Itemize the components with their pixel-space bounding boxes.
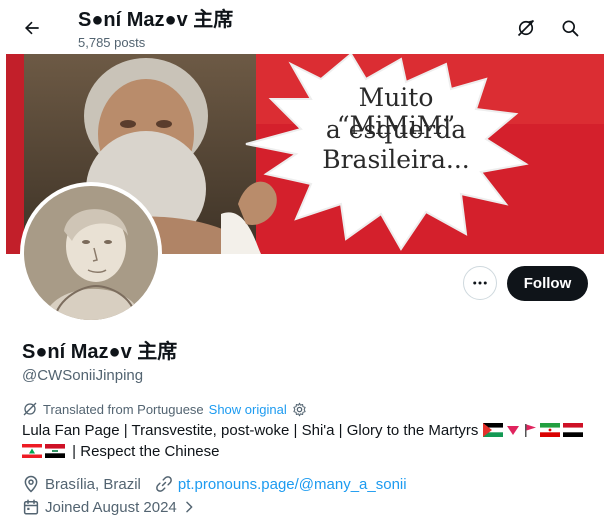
joined-row[interactable]: Joined August 2024 bbox=[22, 497, 197, 517]
display-name: S●ní Maz●v 主席 bbox=[22, 341, 178, 363]
banner-caption-line2: a esquerda bbox=[325, 115, 467, 144]
website-link[interactable]: pt.pronouns.page/@many_a_sonii bbox=[178, 476, 407, 493]
bio-line-1: Lula Fan Page | Transvestite, post-woke … bbox=[22, 422, 479, 439]
red-flag-icon bbox=[524, 424, 536, 437]
red-triangle-icon bbox=[506, 426, 519, 435]
follow-button[interactable]: Follow bbox=[507, 266, 588, 301]
gear-icon[interactable] bbox=[292, 402, 307, 417]
more-icon bbox=[473, 281, 487, 285]
bio-line-2: | Respect the Chinese bbox=[72, 443, 220, 460]
translate-icon bbox=[517, 19, 535, 37]
more-options-button[interactable] bbox=[463, 266, 497, 300]
avatar-image bbox=[24, 186, 158, 320]
joined-date: Joined August 2024 bbox=[45, 498, 177, 516]
search-button[interactable] bbox=[552, 10, 588, 46]
top-bar: S●ní Maz●v 主席 5,785 posts bbox=[0, 0, 610, 54]
show-original-link[interactable]: Show original bbox=[209, 402, 287, 417]
header-title: S●ní Maz●v 主席 bbox=[78, 9, 234, 31]
header-title-block: S●ní Maz●v 主席 5,785 posts bbox=[78, 7, 233, 52]
user-handle: @CWSoniiJinping bbox=[22, 367, 144, 384]
translate-icon bbox=[23, 402, 37, 416]
link-icon bbox=[155, 476, 172, 492]
location: Brasília, Brazil bbox=[45, 475, 141, 493]
yemen-flag-icon bbox=[562, 423, 583, 437]
iraq-flag-icon bbox=[45, 444, 65, 458]
search-icon bbox=[562, 20, 579, 37]
profile-bio: Lula Fan Page | Transvestite, post-woke … bbox=[22, 420, 597, 462]
back-arrow-icon bbox=[25, 21, 39, 35]
banner-caption-line3: Brasileira... bbox=[322, 145, 470, 174]
back-button[interactable] bbox=[14, 10, 50, 46]
translate-toggle-button[interactable] bbox=[508, 10, 544, 46]
translated-label: Translated from Portuguese bbox=[43, 401, 204, 417]
chevron-right-icon bbox=[186, 501, 193, 513]
lebanon-flag-icon bbox=[22, 444, 42, 458]
translation-notice: Translated from Portuguese Show original bbox=[22, 399, 307, 419]
avatar[interactable] bbox=[20, 182, 162, 324]
profile-meta-row: Brasília, Brazil pt.pronouns.page/@many_… bbox=[22, 474, 407, 494]
palestine-flag-icon bbox=[482, 423, 503, 437]
iran-flag-icon bbox=[539, 423, 560, 437]
location-pin-icon bbox=[24, 475, 38, 493]
posts-count: 5,785 posts bbox=[78, 35, 146, 50]
calendar-icon bbox=[23, 499, 39, 515]
